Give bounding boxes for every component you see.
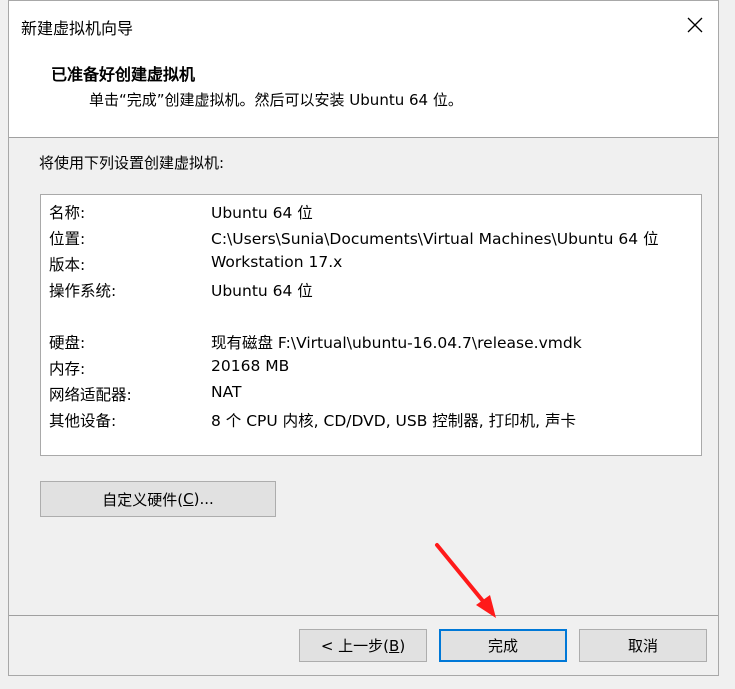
setting-value: Ubuntu 64 位 [211,282,313,300]
setting-value: 8 个 CPU 内核, CD/DVD, USB 控制器, 打印机, 声卡 [211,412,577,430]
setting-key: 位置: [49,230,86,248]
setting-key: 其他设备: [49,412,117,430]
window-title: 新建虚拟机向导 [21,19,134,38]
finish-label: 完成 [487,637,518,655]
wizard-header: 已准备好创建虚拟机 单击“完成”创建虚拟机。然后可以安装 Ubuntu 64 位… [9,49,718,138]
setting-row-name: 名称: Ubuntu 64 位 [41,198,701,224]
setting-key: 网络适配器: [49,386,132,404]
close-button[interactable] [672,1,718,49]
title-bar: 新建虚拟机向导 [9,1,718,49]
finish-button[interactable]: 完成 [439,629,567,662]
customize-suffix: )... [193,490,214,508]
back-button[interactable]: < 上一步(B) [299,629,427,662]
footer-separator [9,615,718,616]
back-suffix: ) [399,636,406,655]
back-label: < 上一步( [320,637,390,655]
section-label: 将使用下列设置创建虚拟机: [39,154,225,172]
setting-row-network: 网络适配器: NAT [41,380,701,406]
close-icon [687,17,703,33]
setting-value: Workstation 17.x [211,253,343,271]
customize-mnemonic: C [183,490,194,508]
setting-row-os: 操作系统: Ubuntu 64 位 [41,276,701,302]
setting-row-disk: 硬盘: 现有磁盘 F:\Virtual\ubuntu-16.04.7\relea… [41,328,701,354]
customize-label: 自定义硬件( [102,490,184,509]
setting-row-memory: 内存: 20168 MB [41,354,701,380]
setting-value: NAT [211,383,242,401]
cancel-button[interactable]: 取消 [579,629,707,662]
setting-value: 现有磁盘 F:\Virtual\ubuntu-16.04.7\release.v… [211,334,582,352]
new-vm-wizard-dialog: 新建虚拟机向导 已准备好创建虚拟机 单击“完成”创建虚拟机。然后可以安装 Ubu… [8,0,719,676]
setting-key: 名称: [49,204,86,222]
setting-row-version: 版本: Workstation 17.x [41,250,701,276]
header-title: 已准备好创建虚拟机 [51,65,196,84]
setting-key: 版本: [49,256,86,274]
customize-hardware-button[interactable]: 自定义硬件(C)... [40,481,276,517]
setting-row-location: 位置: C:\Users\Sunia\Documents\Virtual Mac… [41,224,701,250]
setting-value: C:\Users\Sunia\Documents\Virtual Machine… [211,230,659,248]
setting-key: 内存: [49,360,86,378]
back-mnemonic: B [389,636,400,655]
setting-row-other-devices: 其他设备: 8 个 CPU 内核, CD/DVD, USB 控制器, 打印机, … [41,406,701,432]
settings-summary-box: 名称: Ubuntu 64 位 位置: C:\Users\Sunia\Docum… [40,194,702,456]
setting-value: 20168 MB [211,357,290,375]
setting-key: 操作系统: [49,282,117,300]
cancel-label: 取消 [627,637,658,655]
setting-value: Ubuntu 64 位 [211,204,313,222]
setting-key: 硬盘: [49,334,86,352]
header-subtitle: 单击“完成”创建虚拟机。然后可以安装 Ubuntu 64 位。 [89,91,463,109]
